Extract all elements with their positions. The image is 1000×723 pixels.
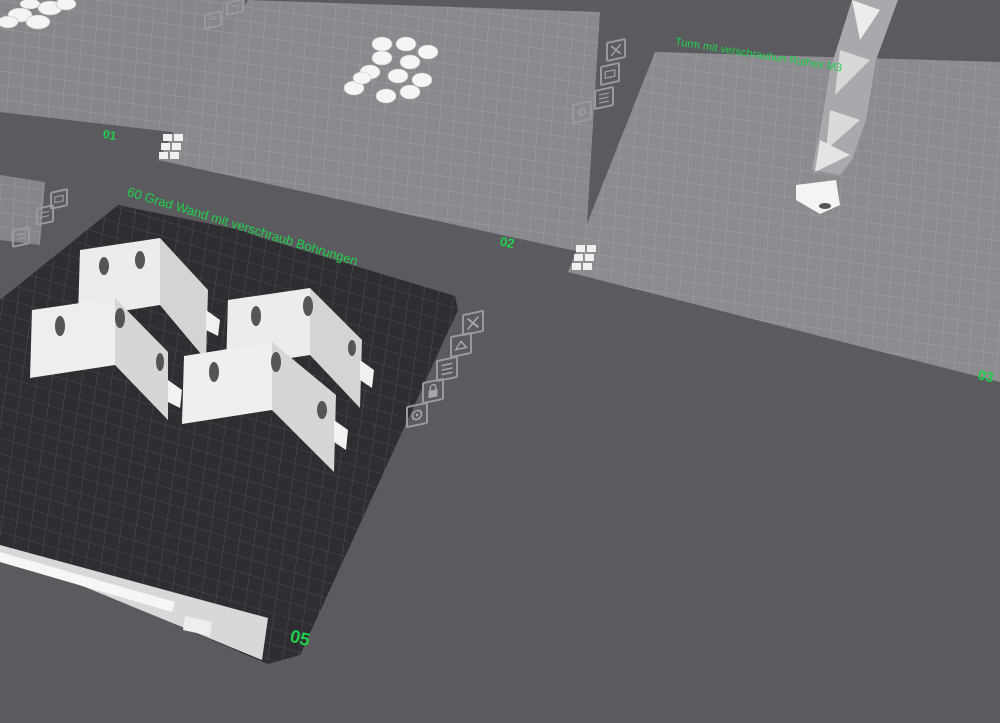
plate-05[interactable] [0, 205, 458, 664]
auto-orient-icon[interactable] [450, 331, 472, 359]
arrange-icon[interactable] [36, 204, 54, 226]
3d-viewport[interactable] [0, 0, 1000, 723]
plate-01-number: 01 [101, 126, 118, 144]
plate-02-number: 02 [498, 233, 516, 252]
lock-icon[interactable] [422, 377, 444, 405]
arrange-icon[interactable] [594, 85, 614, 111]
plate-03-number: 03 [976, 366, 996, 386]
close-icon[interactable] [606, 37, 626, 63]
settings-icon[interactable] [406, 401, 428, 429]
settings-icon[interactable] [12, 226, 30, 248]
settings-icon[interactable] [572, 99, 592, 125]
auto-orient-icon[interactable] [600, 61, 620, 87]
